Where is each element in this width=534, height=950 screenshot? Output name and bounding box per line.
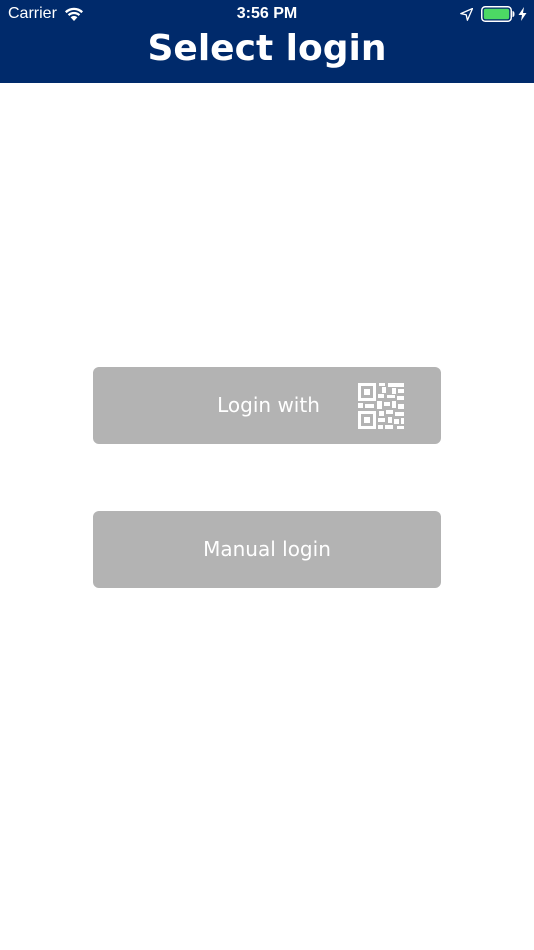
- status-time: 3:56 PM: [236, 5, 298, 22]
- charging-bolt-icon: [518, 7, 527, 21]
- navigation-header: Carrier 3:56 PM Select login: [0, 0, 534, 83]
- qr-code-icon: [358, 383, 404, 429]
- manual-login-label: Manual login: [203, 537, 331, 561]
- manual-login-button[interactable]: Manual login: [93, 511, 441, 588]
- page-title: Select login: [147, 28, 387, 69]
- status-icons: [460, 5, 527, 23]
- qr-login-label: Login with: [217, 393, 320, 417]
- battery-icon: [481, 6, 515, 22]
- location-arrow-icon: [460, 7, 473, 21]
- qr-login-button[interactable]: Login with: [93, 367, 441, 444]
